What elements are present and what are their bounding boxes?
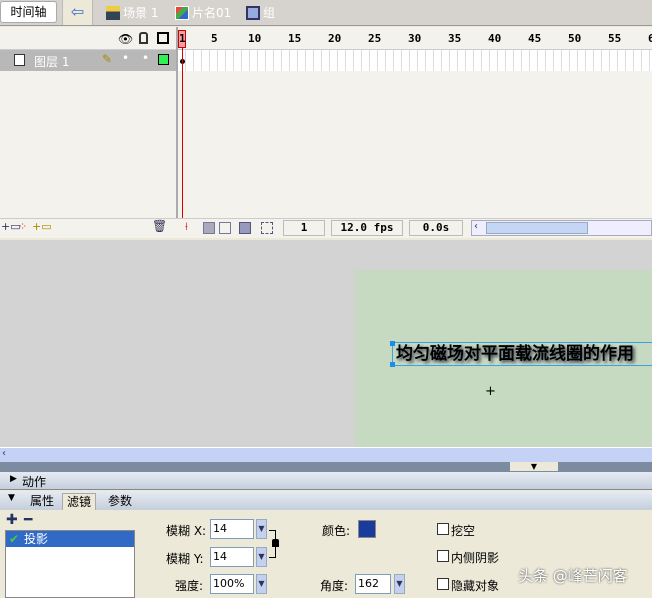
- check-icon: ✔: [9, 532, 20, 546]
- selection-handle[interactable]: [390, 362, 395, 367]
- frame-row[interactable]: [178, 50, 652, 71]
- ruler-label: 35: [448, 32, 462, 45]
- breadcrumb-scene[interactable]: 场景 1: [106, 4, 158, 22]
- playhead-line: [182, 48, 183, 218]
- color-swatch[interactable]: [358, 520, 376, 538]
- ruler-label: 45: [528, 32, 542, 45]
- ruler-label: 30: [408, 32, 422, 45]
- lock-icon[interactable]: [272, 539, 279, 547]
- blur-y-label: 模糊 Y:: [166, 552, 204, 566]
- breadcrumb-label: 组: [263, 6, 276, 20]
- selection-handle[interactable]: [390, 341, 395, 346]
- lock-dot[interactable]: •: [142, 51, 149, 65]
- clapper-icon: [106, 6, 120, 20]
- color-label: 颜色:: [322, 524, 351, 538]
- filter-item[interactable]: ✔ 投影: [6, 531, 134, 547]
- crosshair-cursor-icon: +: [485, 384, 496, 399]
- breadcrumb-group[interactable]: 组: [246, 4, 275, 22]
- ruler-label: 50: [568, 32, 582, 45]
- ruler-label: 10: [248, 32, 262, 45]
- pencil-icon: ✎: [102, 52, 113, 66]
- scroll-thumb[interactable]: [486, 222, 588, 234]
- breadcrumb-movieclip[interactable]: 片名01: [175, 4, 231, 22]
- angle-input[interactable]: 162: [355, 574, 391, 594]
- layers-panel: [0, 71, 176, 218]
- filter-name: 投影: [24, 532, 49, 546]
- properties-panel-header: ▼: [0, 491, 652, 510]
- add-guide-layer-icon[interactable]: ⁘: [18, 220, 27, 233]
- frames-area: [178, 71, 652, 218]
- modify-markers-icon[interactable]: [261, 222, 273, 234]
- blur-x-dropdown[interactable]: ▼: [256, 519, 267, 539]
- watermark: 头条 @峰芒闪客: [518, 567, 628, 585]
- add-filter-icon[interactable]: ✚: [6, 512, 18, 528]
- edit-multiple-frames-icon[interactable]: [239, 222, 251, 234]
- hide-object-checkbox[interactable]: [437, 578, 449, 590]
- group-icon: [246, 6, 260, 20]
- breadcrumb-label: 片名01: [192, 6, 232, 20]
- remove-filter-icon[interactable]: ━: [24, 512, 32, 528]
- filter-list[interactable]: ✔ 投影: [5, 530, 135, 598]
- angle-dropdown[interactable]: ▼: [394, 574, 405, 594]
- layer-color-swatch[interactable]: [158, 54, 169, 65]
- strength-dropdown[interactable]: ▼: [256, 574, 267, 594]
- ruler-label: 5: [211, 32, 218, 45]
- layer-name[interactable]: 图层 1: [34, 53, 69, 70]
- blur-y-dropdown[interactable]: ▼: [256, 547, 267, 567]
- ruler-label: 55: [608, 32, 622, 45]
- hide-object-label: 隐藏对象: [451, 579, 500, 593]
- onion-skin-icon[interactable]: [203, 222, 215, 234]
- strength-input[interactable]: 100%: [210, 574, 254, 594]
- ruler-label: 60: [648, 32, 652, 45]
- actions-label: 动作: [22, 475, 47, 489]
- timeline-header: [0, 27, 652, 50]
- movieclip-icon: [175, 6, 189, 20]
- breadcrumb-label: 场景 1: [123, 6, 159, 20]
- timeline-toggle-button[interactable]: 时间轴: [0, 1, 57, 23]
- blur-x-label: 模糊 X:: [166, 524, 207, 538]
- back-arrow-button[interactable]: ⇦: [62, 0, 93, 25]
- knockout-checkbox[interactable]: [437, 523, 449, 535]
- current-frame: 1: [283, 220, 325, 236]
- blur-x-input[interactable]: 14: [210, 519, 254, 539]
- eye-icon[interactable]: 👁: [118, 32, 133, 46]
- knockout-label: 挖空: [451, 524, 476, 538]
- frame-rate[interactable]: 12.0 fps: [331, 220, 403, 236]
- add-folder-icon[interactable]: +▭: [32, 220, 52, 233]
- outline-icon[interactable]: [157, 32, 169, 44]
- onion-outline-icon[interactable]: [219, 222, 231, 234]
- ruler-label: 40: [488, 32, 502, 45]
- blur-y-input[interactable]: 14: [210, 547, 254, 567]
- layer-row[interactable]: 图层 1 ✎ • •: [0, 50, 176, 71]
- layer-icon: [14, 54, 25, 66]
- tab-parameters[interactable]: 参数: [104, 493, 136, 510]
- angle-label: 角度:: [320, 579, 349, 593]
- ruler-label: 1: [179, 32, 186, 45]
- ruler-label: 20: [328, 32, 342, 45]
- trash-icon[interactable]: 🗑: [152, 219, 167, 233]
- expand-arrow-icon: ▶: [10, 474, 17, 484]
- inner-shadow-label: 内侧阴影: [451, 551, 500, 565]
- elapsed-time: 0.0s: [409, 220, 463, 236]
- strength-label: 强度:: [175, 579, 204, 593]
- tab-filters[interactable]: 滤镜: [62, 493, 97, 510]
- lock-icon[interactable]: [139, 32, 148, 44]
- center-frame-icon[interactable]: ⟊: [185, 220, 188, 234]
- stage-scrollbar[interactable]: ‹: [0, 447, 652, 462]
- actions-panel-header[interactable]: ▶ 动作: [0, 472, 652, 490]
- visibility-dot[interactable]: •: [122, 51, 129, 65]
- tab-properties[interactable]: 属性: [26, 493, 58, 510]
- edit-bar: [0, 0, 652, 26]
- ruler-label: 15: [288, 32, 302, 45]
- ruler-label: 25: [368, 32, 382, 45]
- timeline-divider[interactable]: [176, 27, 178, 238]
- timeline-scrollbar[interactable]: ‹: [471, 220, 652, 236]
- collapse-arrow-icon[interactable]: ▼: [8, 493, 15, 503]
- inner-shadow-checkbox[interactable]: [437, 550, 449, 562]
- selected-text-object[interactable]: 均匀磁场对平面载流线圈的作用: [392, 342, 652, 366]
- panel-splitter[interactable]: ▼: [0, 462, 652, 472]
